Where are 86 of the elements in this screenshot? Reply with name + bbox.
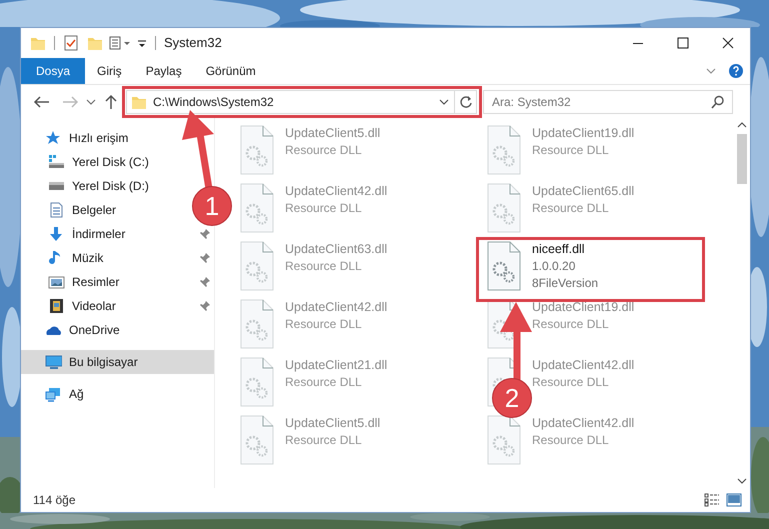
sidebar-label: Ağ — [69, 386, 84, 403]
network-icon — [45, 386, 62, 402]
properties-icon[interactable] — [109, 35, 131, 51]
gear-file-icon — [486, 415, 522, 465]
sidebar-item[interactable]: OneDrive — [21, 318, 128, 342]
sidebar-label: Videolar — [72, 298, 117, 315]
file-detail: 1.0.0.20 — [532, 258, 576, 275]
file-name: UpdateClient19.dll — [532, 125, 634, 142]
item-count: 114 öğe — [33, 492, 76, 509]
details-view-icon[interactable] — [704, 493, 720, 507]
file-detail: Resource DLL — [532, 142, 610, 159]
file-name: UpdateClient19.dll — [532, 299, 634, 316]
gear-file-icon — [239, 299, 275, 349]
up-arrow-icon[interactable] — [103, 94, 119, 110]
sidebar-label: Hızlı erişim — [69, 130, 128, 147]
sidebar-label: Yerel Disk (D:) — [72, 178, 149, 195]
file-name: UpdateClient5.dll — [285, 125, 380, 142]
file-detail: Resource DLL — [532, 200, 610, 217]
sidebar-label: Resimler — [72, 274, 120, 291]
file-name: UpdateClient5.dll — [285, 415, 380, 432]
sidebar-label: Belgeler — [72, 202, 116, 219]
tiles-view-icon[interactable] — [726, 493, 742, 507]
sidebar-item[interactable]: Yerel Disk (C:) — [21, 150, 157, 174]
search-icon[interactable] — [711, 94, 725, 108]
gear-file-icon — [239, 241, 275, 291]
monitor-icon — [45, 354, 62, 370]
file-detail: Resource DLL — [285, 374, 363, 391]
window-title: System32 — [164, 34, 222, 52]
checklist-icon[interactable] — [63, 35, 79, 51]
sidebar-label: OneDrive — [69, 322, 120, 339]
document-icon — [48, 202, 65, 218]
download-arrow-icon — [48, 226, 65, 242]
sidebar-label: Bu bilgisayar — [69, 354, 139, 371]
sidebar-label: Yerel Disk (C:) — [72, 154, 149, 171]
sidebar-item[interactable]: Ağ — [21, 382, 92, 406]
gear-file-icon — [239, 415, 275, 465]
sidebar-item[interactable]: Hızlı erişim — [21, 126, 136, 150]
file-detail: Resource DLL — [285, 316, 363, 333]
file-name: niceeff.dll — [532, 241, 586, 258]
picture-icon — [48, 274, 65, 290]
file-detail: Resource DLL — [285, 200, 363, 217]
ribbon-tab[interactable]: Dosya — [21, 58, 86, 84]
sidebar-item[interactable]: Resimler — [21, 270, 214, 294]
gear-file-icon — [486, 241, 522, 291]
sidebar-item[interactable]: Bu bilgisayar — [21, 350, 214, 374]
sidebar-label: İndirmeler — [72, 226, 126, 243]
file-detail: 8FileVersion — [532, 275, 598, 292]
file-detail: Resource DLL — [285, 142, 363, 159]
file-name: UpdateClient65.dll — [532, 183, 634, 200]
sidebar-label: Müzik — [72, 250, 104, 267]
gear-file-icon — [486, 183, 522, 233]
file-name: UpdateClient42.dll — [532, 357, 634, 374]
gear-file-icon — [239, 125, 275, 175]
file-name: UpdateClient63.dll — [285, 241, 388, 258]
pin-icon[interactable] — [200, 301, 210, 311]
file-name: UpdateClient21.dll — [285, 357, 388, 374]
drive-icon — [48, 154, 65, 170]
film-icon — [48, 298, 65, 314]
gear-file-icon — [239, 183, 275, 233]
ribbon-tab[interactable]: Paylaş — [134, 58, 194, 84]
gear-file-icon — [486, 125, 522, 175]
sidebar-item[interactable]: Yerel Disk (D:) — [21, 174, 157, 198]
pin-icon[interactable] — [200, 253, 210, 263]
pin-icon[interactable] — [200, 277, 210, 287]
star-icon — [45, 130, 62, 146]
search-field[interactable]: Ara: System32 — [483, 90, 733, 114]
ribbon-tab[interactable]: Görünüm — [194, 58, 268, 84]
pin-icon[interactable] — [200, 229, 210, 239]
gear-file-icon — [239, 357, 275, 407]
file-name: UpdateClient42.dll — [285, 299, 388, 316]
sidebar-item[interactable]: Videolar — [21, 294, 214, 318]
scrollbar-thumb[interactable] — [736, 134, 746, 184]
ribbon-tab[interactable]: Giriş — [85, 58, 134, 84]
file-detail: Resource DLL — [285, 432, 363, 449]
file-detail: Resource DLL — [532, 432, 610, 449]
file-name: UpdateClient42.dll — [285, 183, 388, 200]
minimize-icon — [632, 42, 642, 44]
sidebar-item[interactable]: Müzik — [21, 246, 214, 270]
address-path: C:\Windows\System32 — [153, 94, 274, 110]
file-detail: Resource DLL — [285, 258, 363, 275]
refresh-icon — [458, 94, 472, 108]
address-field[interactable]: C:\Windows\System32 — [126, 90, 477, 114]
file-detail: Resource DLL — [532, 316, 610, 333]
sidebar-item[interactable]: Belgeler — [21, 198, 124, 222]
file-name: UpdateClient42.dll — [532, 415, 634, 432]
file-detail: Resource DLL — [532, 374, 610, 391]
